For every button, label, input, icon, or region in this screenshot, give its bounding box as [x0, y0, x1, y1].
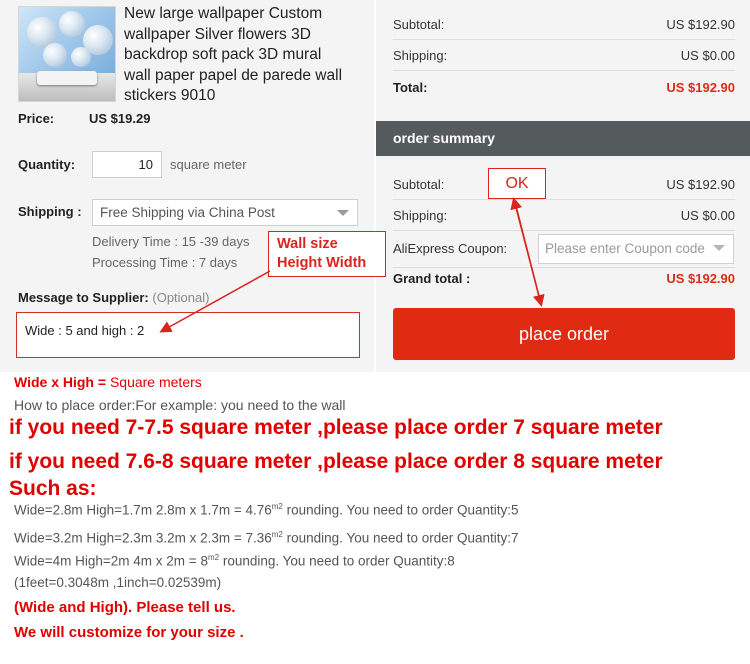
formula-rest: Square meters	[106, 374, 202, 390]
example-text: Wide=3.2m High=2.3m 3.2m x 2.3m = 7.36	[14, 530, 272, 546]
superscript: m2	[207, 553, 220, 562]
tell-us-line: (Wide and High). Please tell us.	[14, 599, 236, 616]
customize-line: We will customize for your size .	[14, 624, 244, 641]
formula-line: Wide x High = Square meters	[14, 374, 202, 390]
example-text: Wide=2.8m High=1.7m 2.8m x 1.7m = 4.76	[14, 502, 272, 518]
example-text: rounding. You need to order Quantity:7	[282, 530, 519, 546]
conversion-note: (1feet=0.3048m ,1inch=0.02539m)	[14, 575, 222, 590]
formula-bold: Wide x High =	[14, 374, 107, 390]
superscript: m2	[271, 530, 283, 539]
example-line: Wide=3.2m High=2.3m 3.2m x 2.3m = 7.36m2…	[14, 530, 519, 546]
rule-line: if you need 7-7.5 square meter ,please p…	[9, 416, 663, 439]
arrow-to-message	[159, 270, 271, 333]
example-text: Wide=4m High=2m 4m x 2m = 8	[14, 553, 208, 569]
example-text: rounding. You need to order Quantity:5	[282, 502, 519, 518]
rule-line: if you need 7.6-8 square meter ,please p…	[9, 450, 663, 473]
arrow-to-ok	[510, 197, 542, 305]
example-text: rounding. You need to order Quantity:8	[219, 553, 455, 569]
such-as-heading: Such as:	[9, 477, 97, 500]
example-line: Wide=2.8m High=1.7m 2.8m x 1.7m = 4.76m2…	[14, 502, 519, 518]
annotation-arrows	[159, 197, 545, 333]
example-line: Wide=4m High=2m 4m x 2m = 8m2 rounding. …	[14, 553, 455, 569]
how-to-line: How to place order:For example: you need…	[14, 397, 346, 413]
superscript: m2	[271, 502, 283, 511]
